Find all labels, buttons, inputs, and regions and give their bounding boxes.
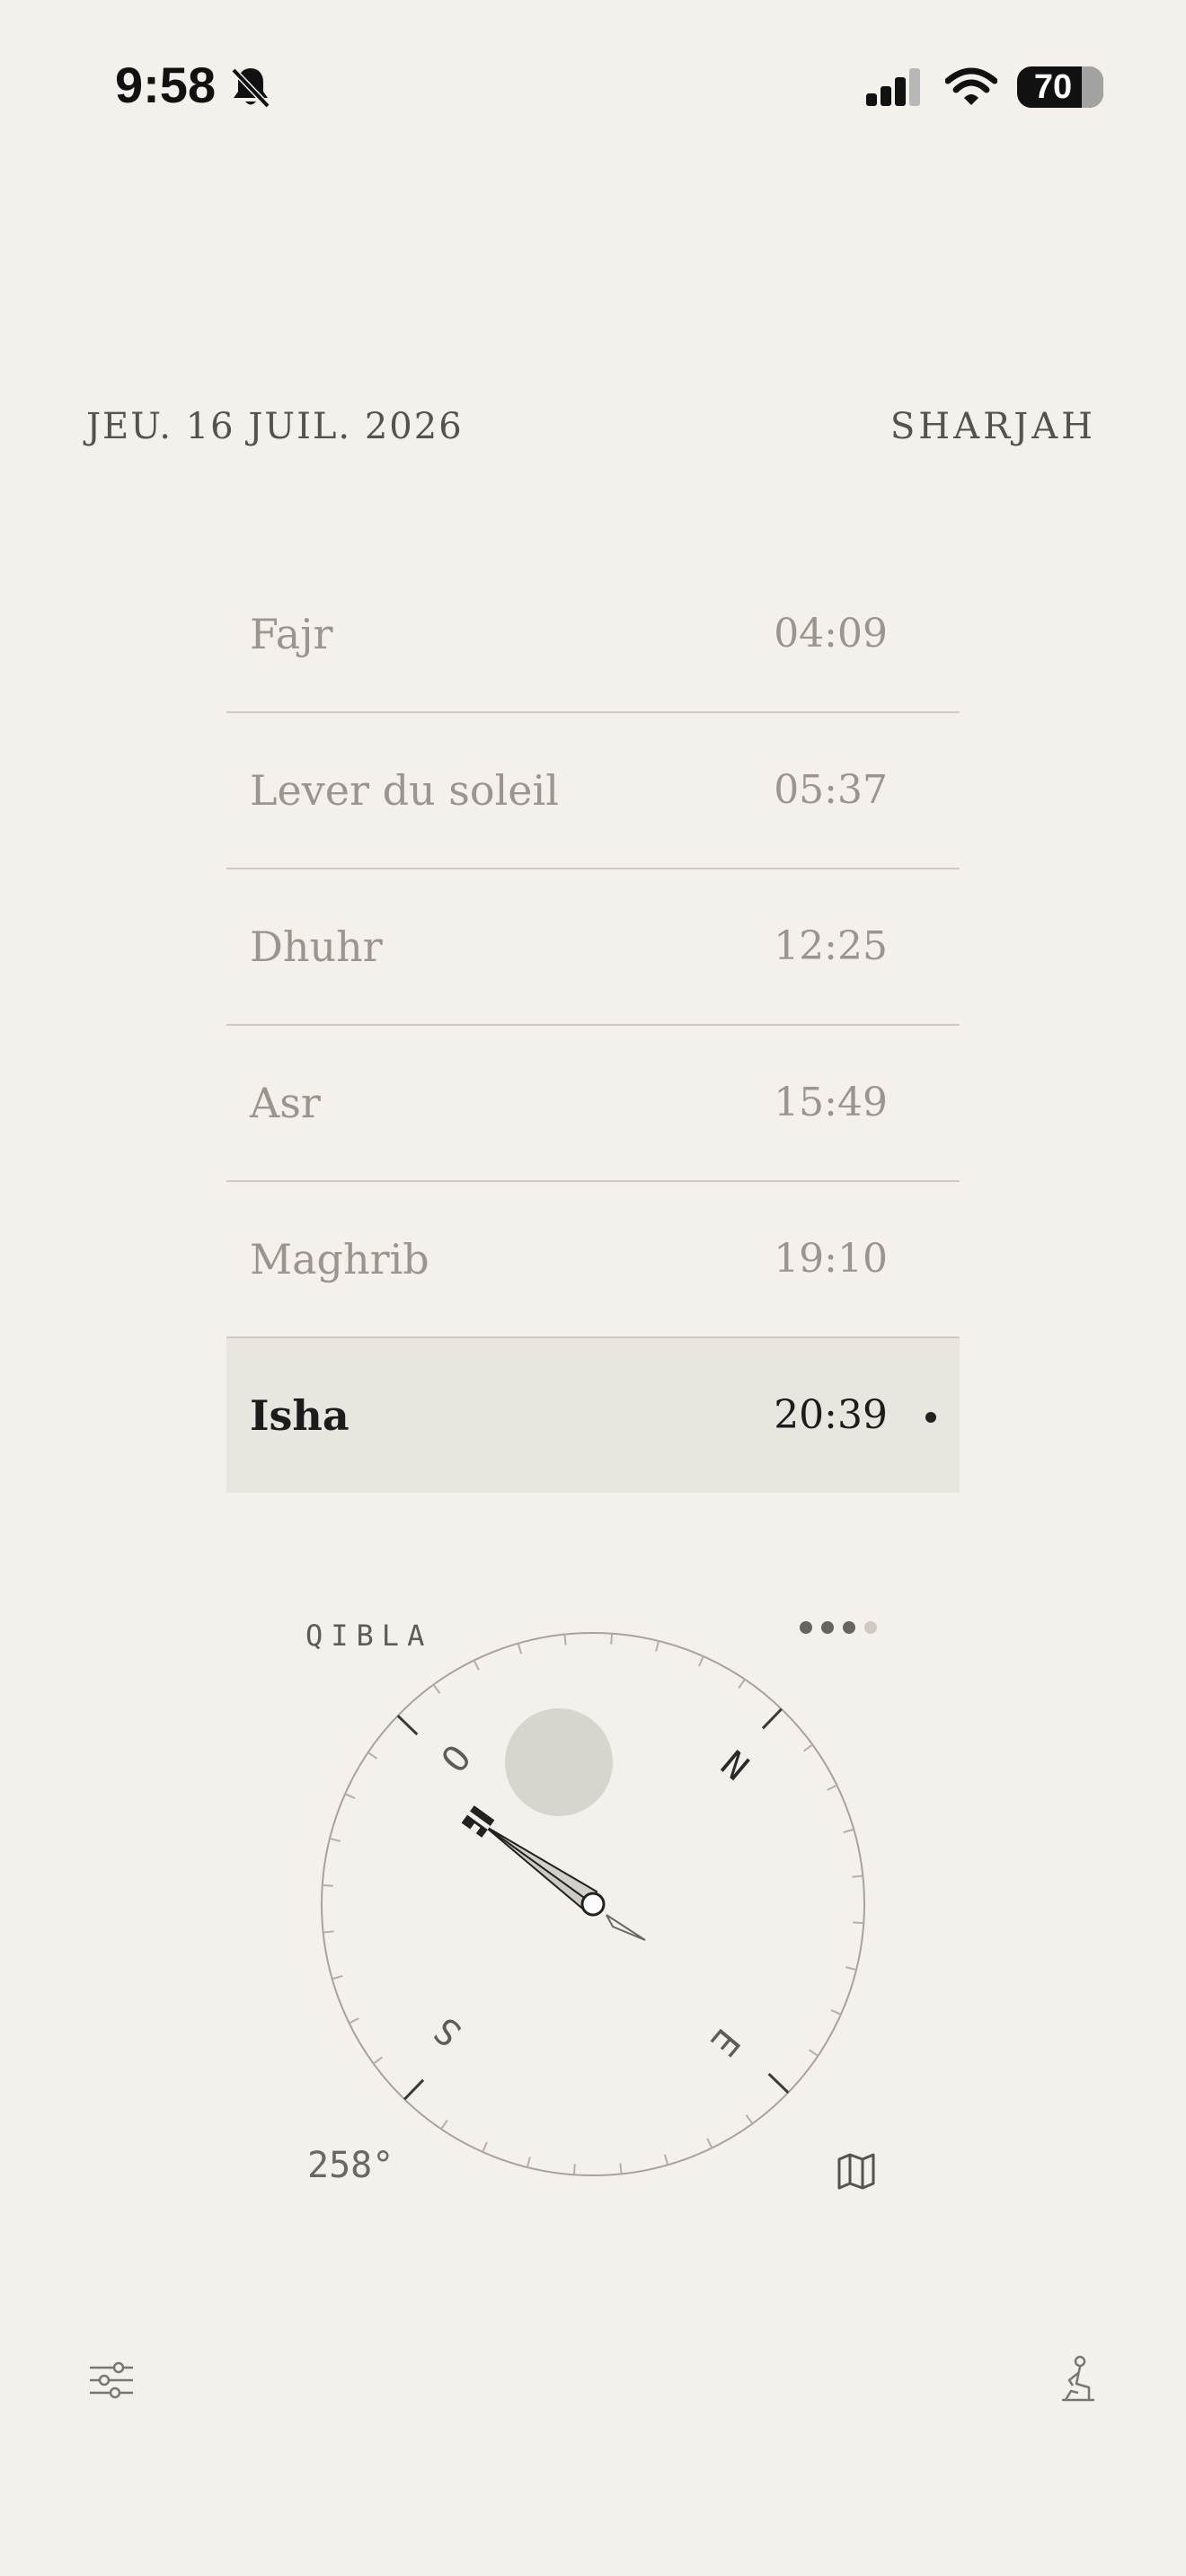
date-label: JEU. 16 JUIL. 2026: [86, 406, 464, 447]
compass-minor-tick: [808, 2049, 819, 2057]
compass-major-tick: [761, 1707, 783, 1730]
prayer-row-fajr[interactable]: Fajr 04:09: [226, 557, 960, 713]
prayer-time: 04:09: [774, 611, 888, 657]
compass-minor-tick: [853, 1921, 864, 1925]
compass-minor-tick: [432, 1684, 441, 1694]
prayer-name: Maghrib: [250, 1235, 429, 1284]
compass-minor-tick: [323, 1930, 334, 1934]
prayer-name: Isha: [250, 1391, 350, 1440]
prayer-name: Fajr: [250, 610, 333, 658]
prayer-name: Asr: [250, 1079, 321, 1127]
prayer-row-dhuhr[interactable]: Dhuhr 12:25: [226, 869, 960, 1026]
prayer-time: 20:39: [774, 1392, 888, 1438]
compass-minor-tick: [373, 2056, 383, 2065]
battery-icon: 70: [1017, 66, 1103, 108]
compass-minor-tick: [572, 2164, 576, 2175]
compass-minor-tick: [745, 2114, 754, 2124]
current-prayer-dot: [925, 1412, 936, 1423]
battery-nub: [1096, 77, 1102, 95]
prayer-person-icon[interactable]: [1058, 2355, 1098, 2405]
compass-minor-tick: [526, 2157, 531, 2168]
status-time: 9:58: [115, 57, 217, 113]
compass-minor-tick: [803, 1743, 813, 1752]
cardinal-north: N: [712, 1743, 756, 1789]
sun-position-marker: [505, 1708, 613, 1816]
signal-icon: [866, 68, 920, 106]
prayer-row-asr[interactable]: Asr 15:49: [226, 1026, 960, 1182]
compass-minor-tick: [827, 1784, 837, 1791]
compass-major-tick: [396, 1715, 419, 1736]
city-label[interactable]: SHARJAH: [890, 406, 1096, 447]
compass-minor-tick: [517, 1643, 523, 1654]
kaaba-icon: [461, 1805, 495, 1838]
compass-minor-tick: [329, 1837, 341, 1842]
prayer-time: 19:10: [774, 1236, 888, 1282]
compass-minor-tick: [344, 1793, 356, 1799]
compass-minor-tick: [852, 1875, 863, 1878]
prayer-row-isha-current[interactable]: Isha 20:39: [226, 1338, 960, 1493]
prayer-times-list: Fajr 04:09 Lever du soleil 05:37 Dhuhr 1…: [226, 557, 960, 1493]
wifi-icon: [945, 67, 997, 105]
prayer-time: 05:37: [774, 767, 888, 813]
compass-minor-tick: [482, 2141, 488, 2153]
compass-minor-tick: [706, 2138, 713, 2148]
prayer-time: 12:25: [774, 923, 888, 969]
compass-minor-tick: [830, 2009, 842, 2016]
compass-minor-tick: [738, 1679, 746, 1689]
compass-major-tick: [767, 2072, 790, 2094]
prayer-time: 15:49: [774, 1080, 888, 1125]
compass-minor-tick: [610, 1633, 614, 1645]
prayer-row-sunrise[interactable]: Lever du soleil 05:37: [226, 713, 960, 869]
compass-minor-tick: [663, 2154, 669, 2166]
prayer-name: Dhuhr: [250, 922, 383, 971]
compass-major-tick: [403, 2078, 425, 2101]
compass-minor-tick: [332, 1974, 343, 1981]
compass-minor-tick: [473, 1660, 480, 1671]
settings-sliders-icon[interactable]: [88, 2360, 135, 2400]
battery-level: 70: [1033, 68, 1073, 106]
compass-minor-tick: [845, 1966, 857, 1972]
compass-minor-tick: [367, 1751, 378, 1760]
map-icon[interactable]: [836, 2150, 877, 2192]
compass-minor-tick: [563, 1634, 567, 1645]
compass-minor-tick: [655, 1640, 660, 1652]
compass-minor-tick: [349, 2017, 359, 2025]
cardinal-west: O: [434, 1738, 480, 1781]
qibla-needle: [482, 1824, 646, 1941]
compass-minor-tick: [322, 1883, 333, 1887]
compass-minor-tick: [619, 2163, 623, 2175]
qibla-compass[interactable]: N E S O: [314, 1626, 872, 2183]
qibla-heading: 258°: [307, 2145, 394, 2186]
bell-slash-icon: [231, 67, 270, 109]
cardinal-south: S: [427, 2008, 470, 2054]
compass-minor-tick: [843, 1828, 854, 1834]
compass-minor-tick: [440, 2119, 448, 2130]
prayer-name: Lever du soleil: [250, 766, 559, 815]
cardinal-east: E: [702, 2020, 748, 2063]
compass-minor-tick: [698, 1655, 704, 1667]
prayer-row-maghrib[interactable]: Maghrib 19:10: [226, 1182, 960, 1338]
